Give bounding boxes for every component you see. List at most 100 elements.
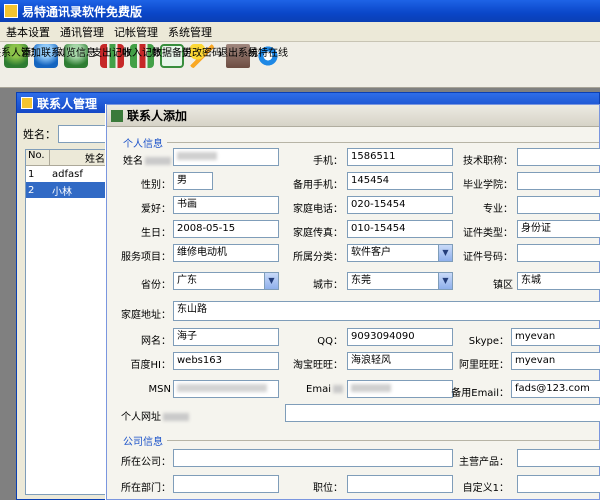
section-divider <box>167 440 599 441</box>
skype-field[interactable]: myevan <box>511 328 600 346</box>
town-label: 镇区 <box>493 280 513 291</box>
gender-label: 性别： <box>141 180 171 191</box>
menu-system[interactable]: 系统管理 <box>168 24 212 40</box>
toolbar: 联系人管理 添加联系人 浏览信息 支出记帐 收入记帐 数据备份 更改密码 退出系… <box>0 42 600 88</box>
backup-email-field[interactable]: fads@123.com <box>511 380 600 398</box>
service-field[interactable]: 维修电动机 <box>173 244 279 262</box>
name-field[interactable] <box>173 148 279 166</box>
id-type-field[interactable]: 身份证 <box>517 220 600 238</box>
id-number-field[interactable] <box>517 244 600 262</box>
column-name[interactable]: 姓名 <box>50 150 108 165</box>
baidu-hi-label: 百度HI： <box>130 360 171 371</box>
position-field[interactable] <box>347 475 453 493</box>
dialog-icon <box>111 109 123 122</box>
skype-label: Skype： <box>468 336 509 347</box>
category-select[interactable]: 软件客户 ▼ <box>347 244 453 262</box>
gender-field[interactable]: 男 <box>173 172 213 190</box>
app-icon <box>4 4 18 18</box>
row-no: 2 <box>28 184 35 196</box>
custom1-label: 自定义1： <box>462 483 509 494</box>
menu-contact-management[interactable]: 通讯管理 <box>60 24 104 40</box>
website-field[interactable] <box>285 404 600 422</box>
online-button[interactable]: 易特在线 <box>248 42 288 70</box>
menu-basic-settings[interactable]: 基本设置 <box>6 24 50 40</box>
backup-button[interactable]: 数据备份 <box>152 42 192 70</box>
taobao-field[interactable]: 海浪轻风 <box>347 352 453 370</box>
name-label: 姓名 <box>121 152 171 167</box>
address-label: 家庭地址： <box>121 310 171 321</box>
app-title: 易特通讯录软件免费版 <box>22 4 143 19</box>
browse-info-button[interactable]: 浏览信息 <box>56 42 96 70</box>
section-divider <box>167 142 599 143</box>
search-row: 姓名： <box>23 125 118 143</box>
backup-email-label: 备用Email： <box>451 388 509 399</box>
chevron-down-icon[interactable]: ▼ <box>438 273 452 289</box>
home-fax-field[interactable]: 010-15454 <box>347 220 453 238</box>
add-contact-button[interactable]: 添加联系人 <box>21 42 71 70</box>
alibaba-label: 阿里旺旺： <box>459 360 509 371</box>
contact-list[interactable]: No. 姓名 1 adfasf 2 小林 <box>25 149 109 495</box>
province-value: 广东 <box>177 275 197 286</box>
school-field[interactable] <box>517 172 600 190</box>
income-button[interactable]: 收入记帐 <box>122 42 162 70</box>
table-row[interactable]: 2 小林 <box>26 182 108 198</box>
menu-bar: 基本设置 通讯管理 记帐管理 系统管理 <box>0 22 600 42</box>
major-field[interactable] <box>517 196 600 214</box>
change-password-button[interactable]: 更改密码 <box>182 42 222 70</box>
website-label: 个人网址 <box>111 408 189 423</box>
mobile-field[interactable]: 1586511 <box>347 148 453 166</box>
msn-field[interactable] <box>173 380 279 398</box>
qq-field[interactable]: 9093094090 <box>347 328 453 346</box>
backup-mobile-field[interactable]: 145454 <box>347 172 453 190</box>
department-label: 所在部门： <box>121 483 171 494</box>
company-field[interactable] <box>173 449 453 467</box>
table-row[interactable]: 1 adfasf <box>26 166 108 182</box>
position-label: 职位： <box>313 483 343 494</box>
address-field[interactable]: 东山路 <box>173 301 600 321</box>
hobby-field[interactable]: 书画 <box>173 196 279 214</box>
province-label: 省份： <box>141 280 171 291</box>
menu-accounting[interactable]: 记帐管理 <box>114 24 158 40</box>
personal-section-title: 个人信息 <box>123 139 163 150</box>
expense-button[interactable]: 支出记帐 <box>92 42 132 70</box>
column-no[interactable]: No. <box>26 150 50 165</box>
id-number-label: 证件号码： <box>463 252 513 263</box>
major-label: 专业： <box>483 204 513 215</box>
birthday-label: 生日： <box>141 228 171 239</box>
add-contact-dialog: 联系人添加 个人信息 姓名 手机： 1586511 技术职称： 性别： 男 备用… <box>106 104 600 500</box>
add-contact-titlebar[interactable]: 联系人添加 <box>107 105 599 127</box>
baidu-hi-field[interactable]: webs163 <box>173 352 279 370</box>
city-select[interactable]: 东莞 ▼ <box>347 272 453 290</box>
app-titlebar: 易特通讯录软件免费版 <box>0 0 600 22</box>
search-label: 姓名： <box>23 128 56 141</box>
home-phone-field[interactable]: 020-15454 <box>347 196 453 214</box>
company-section-title: 公司信息 <box>123 437 163 448</box>
taobao-label: 淘宝旺旺： <box>293 360 343 371</box>
hobby-label: 爱好： <box>141 204 171 215</box>
alibaba-field[interactable]: myevan <box>511 352 600 370</box>
town-field[interactable]: 东城 <box>517 272 600 290</box>
main-product-field[interactable] <box>517 449 600 467</box>
category-value: 软件客户 <box>351 247 391 258</box>
mobile-label: 手机： <box>313 156 343 167</box>
qq-label: QQ： <box>317 336 343 347</box>
chevron-down-icon[interactable]: ▼ <box>438 245 452 261</box>
chevron-down-icon[interactable]: ▼ <box>264 273 278 289</box>
city-label: 城市： <box>313 280 343 291</box>
tech-title-field[interactable] <box>517 148 600 166</box>
nickname-field[interactable]: 海子 <box>173 328 279 346</box>
dialog-title: 联系人添加 <box>127 109 188 123</box>
province-select[interactable]: 广东 ▼ <box>173 272 279 290</box>
department-field[interactable] <box>173 475 279 493</box>
home-phone-label: 家庭电话： <box>293 204 343 215</box>
exit-button[interactable]: 退出系统 <box>218 42 258 70</box>
email-field[interactable] <box>347 380 453 398</box>
birthday-field[interactable]: 2008-05-15 <box>173 220 279 238</box>
custom1-field[interactable] <box>517 475 600 493</box>
msn-label: MSN <box>148 384 171 395</box>
company-label: 所在公司： <box>121 457 171 468</box>
id-type-label: 证件类型： <box>463 228 513 239</box>
email-label: Emai <box>287 384 343 395</box>
school-label: 毕业学院： <box>463 180 513 191</box>
row-name: 小林 <box>52 186 72 198</box>
